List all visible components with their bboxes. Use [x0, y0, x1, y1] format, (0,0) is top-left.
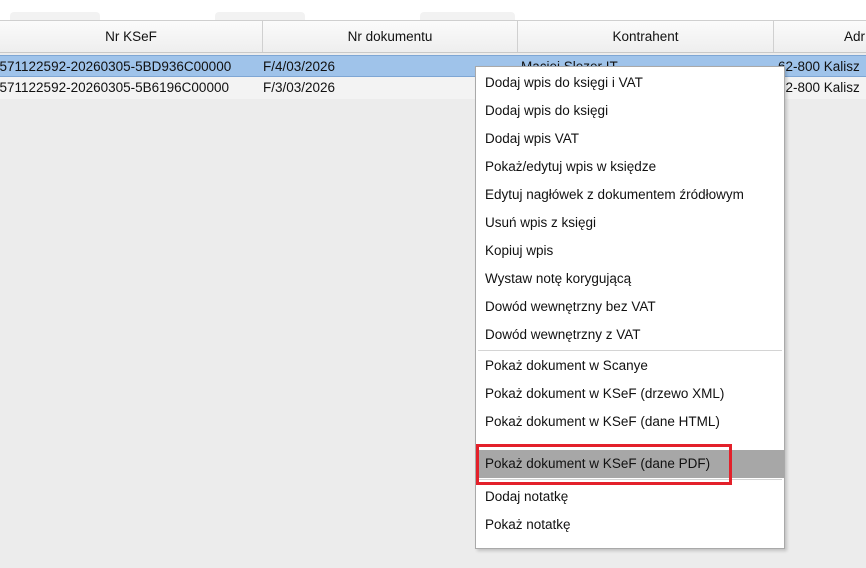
menu-item-show-ksef-pdf[interactable]: Pokaż dokument w KSeF (dane PDF) — [476, 450, 784, 478]
column-header-kontrahent[interactable]: Kontrahent — [518, 21, 774, 52]
column-header-nr-dokumentu[interactable]: Nr dokumentu — [263, 21, 518, 52]
menu-item-add-book-and-vat[interactable]: Dodaj wpis do księgi i VAT — [476, 69, 784, 97]
menu-item-show-ksef-xml[interactable]: Pokaż dokument w KSeF (drzewo XML) — [476, 380, 784, 408]
menu-item-show-ksef-html[interactable]: Pokaż dokument w KSeF (dane HTML) — [476, 408, 784, 436]
menu-item-show-scanye[interactable]: Pokaż dokument w Scanye — [476, 352, 784, 380]
menu-item-internal-vat[interactable]: Dowód wewnętrzny z VAT — [476, 321, 784, 349]
column-header-nr-ksef[interactable]: Nr KSeF — [0, 21, 263, 52]
top-strip — [0, 0, 866, 20]
tab-edge — [215, 12, 305, 20]
menu-separator — [478, 479, 782, 480]
menu-separator — [478, 350, 782, 351]
tab-edge — [10, 12, 100, 20]
cell-adres: 62-800 Kalisz — [778, 80, 860, 95]
cell-nr-ksef: 9571122592-20260305-5B6196C00000 — [0, 80, 229, 95]
table-header: Nr KSeF Nr dokumentu Kontrahent Adr — [0, 20, 866, 53]
context-menu: Dodaj wpis do księgi i VAT Dodaj wpis do… — [475, 66, 785, 549]
cell-adres: 62-800 Kalisz — [778, 59, 860, 74]
menu-item-edit-header[interactable]: Edytuj nagłówek z dokumentem źródłowym — [476, 181, 784, 209]
menu-item-internal-no-vat[interactable]: Dowód wewnętrzny bez VAT — [476, 293, 784, 321]
cell-nr-ksef: 9571122592-20260305-5BD936C00000 — [0, 59, 232, 74]
menu-item-show-edit-entry[interactable]: Pokaż/edytuj wpis w księdze — [476, 153, 784, 181]
menu-item-correction-note[interactable]: Wystaw notę korygującą — [476, 265, 784, 293]
column-header-adres[interactable]: Adr — [774, 21, 866, 52]
tab-edge — [420, 12, 515, 20]
menu-item-copy-entry[interactable]: Kopiuj wpis — [476, 237, 784, 265]
menu-item-add-note[interactable]: Dodaj notatkę — [476, 483, 784, 511]
menu-item-add-vat[interactable]: Dodaj wpis VAT — [476, 125, 784, 153]
menu-item-add-book[interactable]: Dodaj wpis do księgi — [476, 97, 784, 125]
menu-item-show-note[interactable]: Pokaż notatkę — [476, 511, 784, 539]
menu-item-delete-entry[interactable]: Usuń wpis z księgi — [476, 209, 784, 237]
